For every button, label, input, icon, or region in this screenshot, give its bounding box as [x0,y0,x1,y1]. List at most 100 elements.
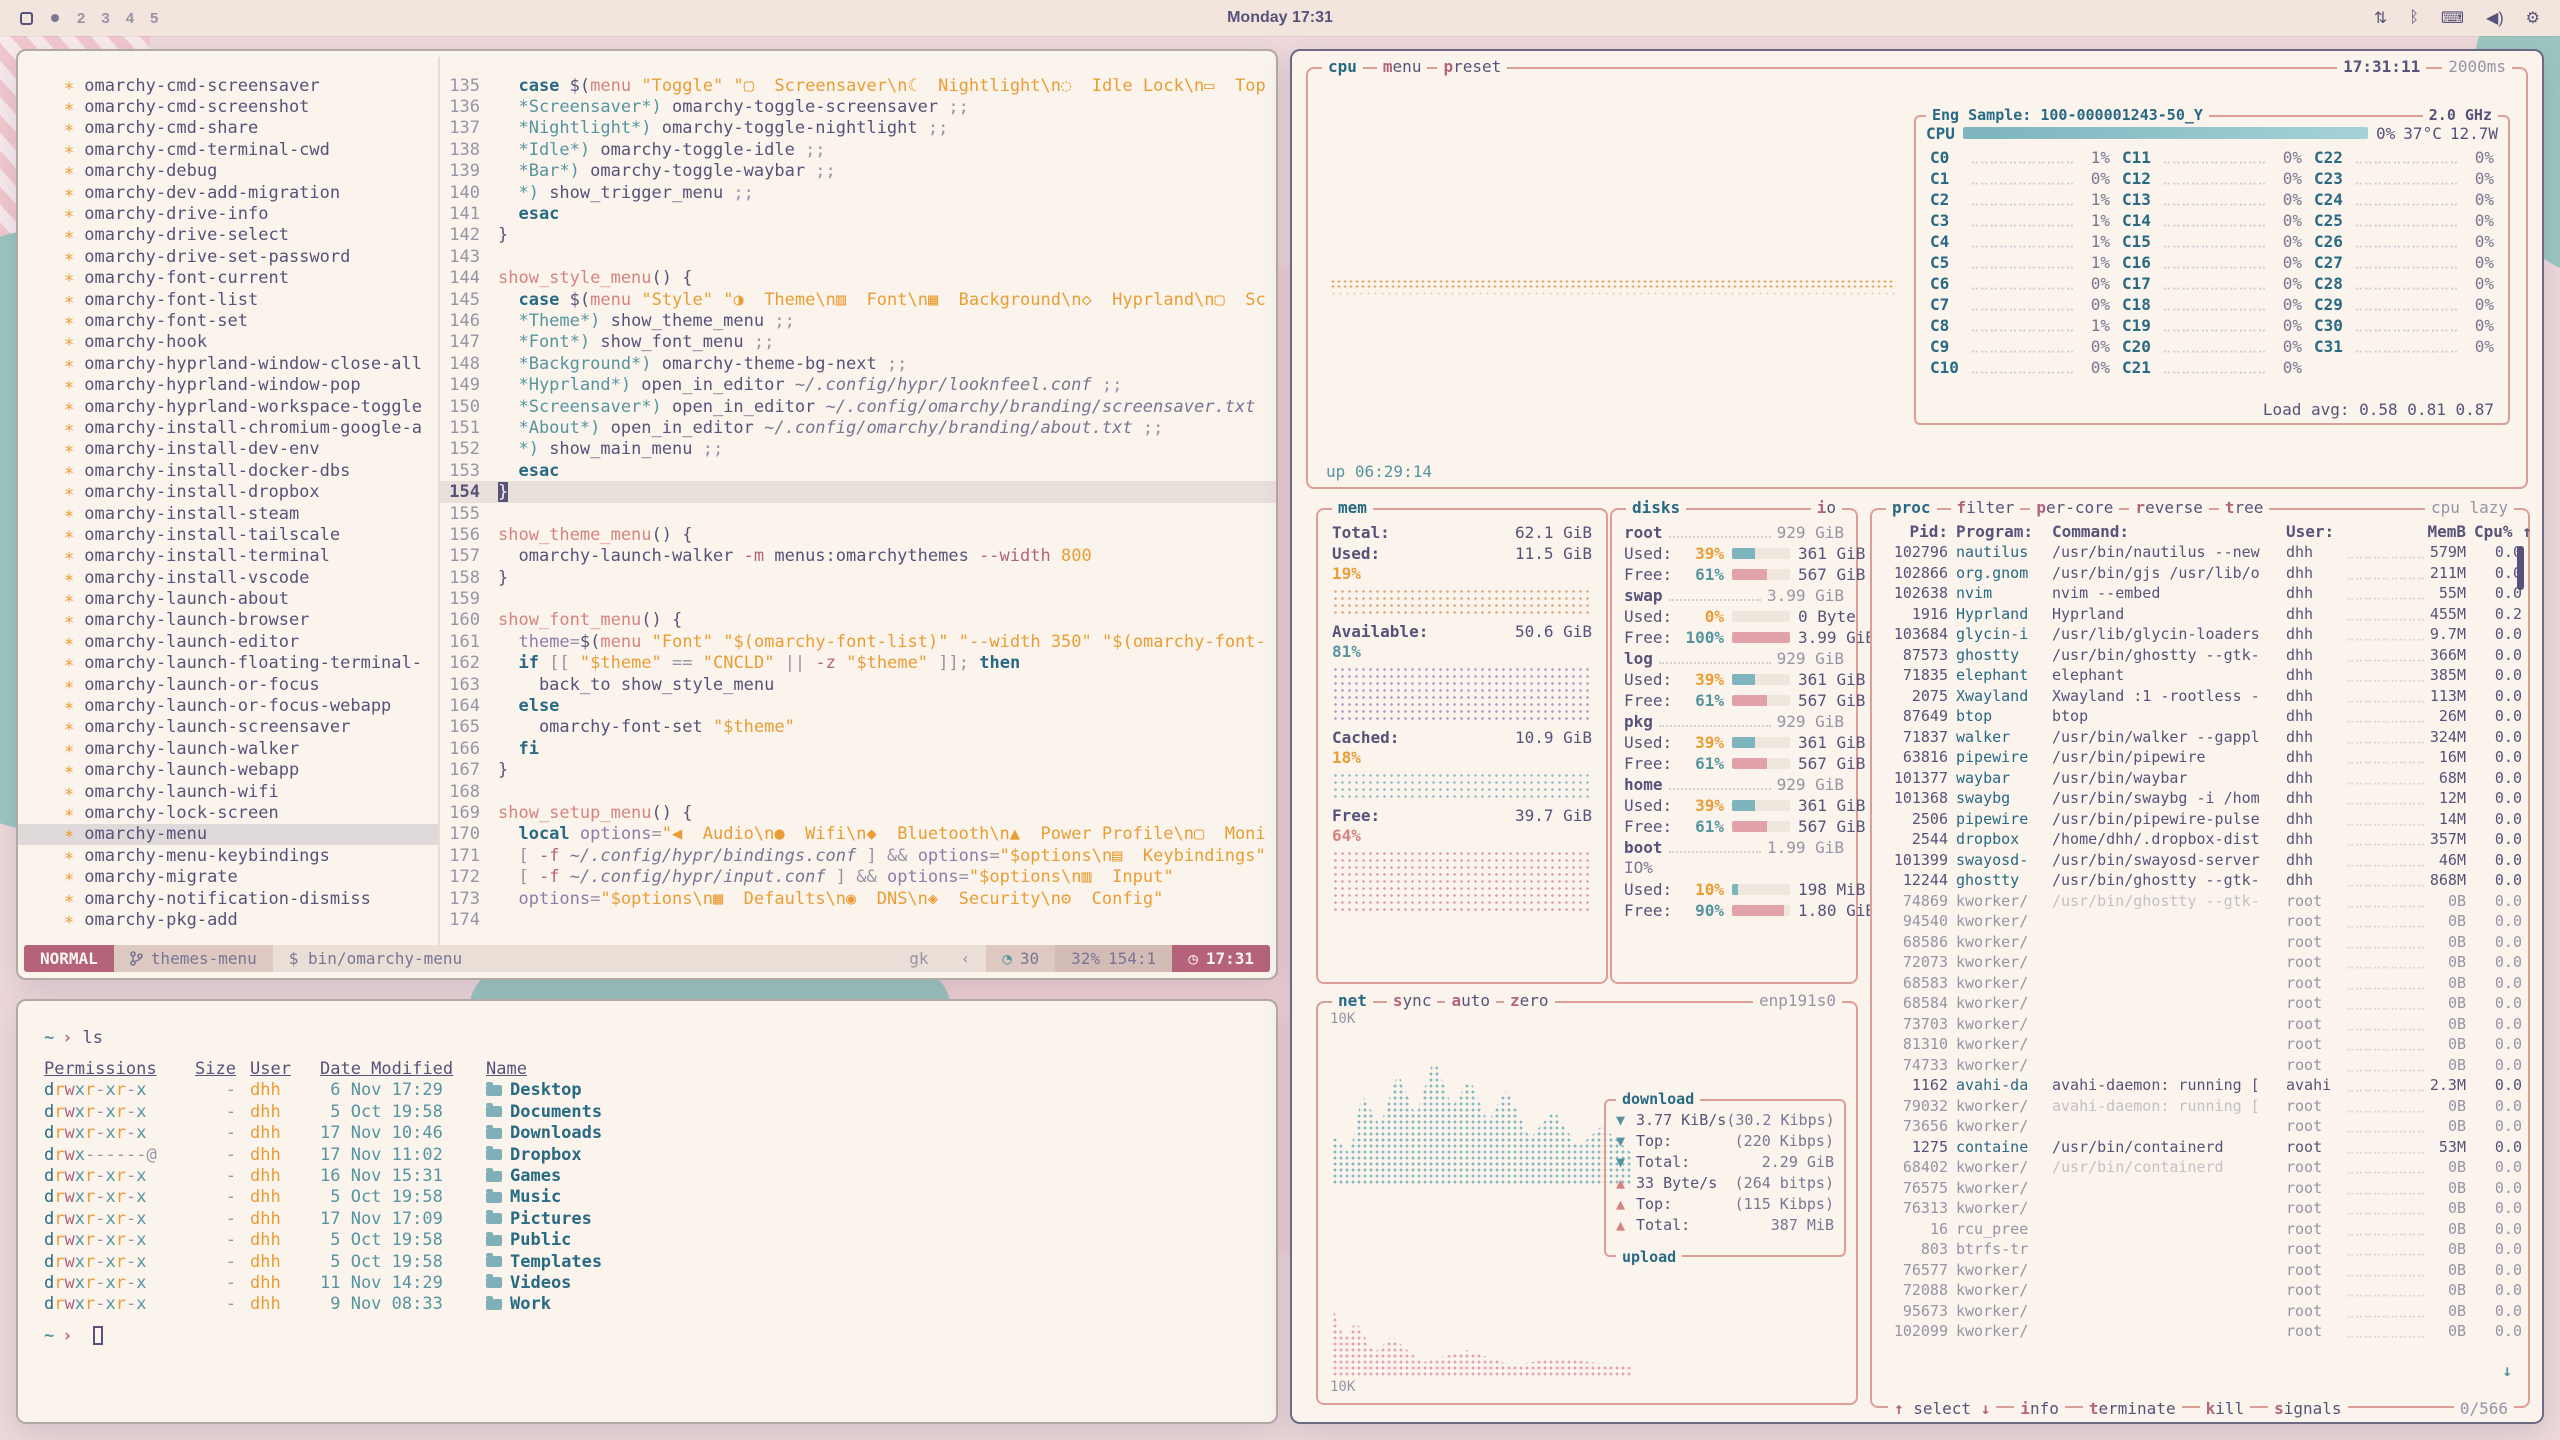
net-zero-button[interactable]: zero [1504,991,1555,1010]
process-row[interactable]: 72088kworker/root⣀⣀⣀⣀⣀⣀⣀⣀⣀0B0.0 [1872,1280,2528,1301]
process-table-header[interactable]: Pid:Program:Command:User:MemBCpu% ↑ [1872,520,2528,542]
file-list-item[interactable]: ∗omarchy-debug [18,161,438,182]
file-list-item[interactable]: ∗omarchy-lock-screen [18,802,438,823]
file-list-item[interactable]: ∗omarchy-menu-keybindings [18,845,438,866]
file-list-item[interactable]: ∗omarchy-launch-webapp [18,760,438,781]
proc-tree-button[interactable]: tree [2219,498,2270,517]
directory-name[interactable]: Templates [486,1252,1276,1272]
process-row[interactable]: 68583kworker/root⣀⣀⣀⣀⣀⣀⣀⣀⣀0B0.0 [1872,973,2528,994]
file-list-item[interactable]: ∗omarchy-launch-wifi [18,781,438,802]
proc-reverse-button[interactable]: reverse [2129,498,2208,517]
cpu-preset-button[interactable]: preset [1437,57,1507,76]
proc-action-terminate[interactable]: terminate [2083,1399,2182,1418]
network-arrows-icon[interactable]: ⇅ [2374,8,2387,28]
process-row[interactable]: 102866org.gnom/usr/bin/gjs /usr/lib/odhh… [1872,563,2528,584]
proc-header-pid[interactable]: Pid: [1884,522,1948,541]
directory-name[interactable]: Dropbox [486,1145,1276,1165]
file-list-item[interactable]: ∗omarchy-install-steam [18,503,438,524]
process-row[interactable]: 101368swaybg/usr/bin/swaybg -i /homdhh⣀⣀… [1872,788,2528,809]
process-row[interactable]: 2544dropbox/home/dhh/.dropbox-distdhh⣀⣀⣀… [1872,829,2528,850]
process-row[interactable]: 87649btopbtopdhh⣀⣀⣀⣀⣀⣀⣀⣀⣀26M0.0 [1872,706,2528,727]
process-row[interactable]: 103684glycin-i/usr/lib/glycin-loadersdhh… [1872,624,2528,645]
process-row[interactable]: 1916HyprlandHyprlanddhh⣀⣀⣀⣀⣀⣀⣀⣀⣀455M0.2 [1872,604,2528,625]
file-list-item[interactable]: ∗omarchy-launch-or-focus [18,674,438,695]
workspace-2[interactable]: 2 [77,10,85,27]
file-list-item[interactable]: ∗omarchy-drive-info [18,203,438,224]
file-list-item[interactable]: ∗omarchy-launch-editor [18,631,438,652]
terminal-window[interactable]: ~ › ls PermissionsSizeUserDate ModifiedN… [16,999,1278,1424]
file-list-item[interactable]: ∗omarchy-cmd-screensaver [18,75,438,96]
net-auto-button[interactable]: auto [1445,991,1496,1010]
process-row[interactable]: 102796nautilus/usr/bin/nautilus --newdhh… [1872,542,2528,563]
process-row[interactable]: 73703kworker/root⣀⣀⣀⣀⣀⣀⣀⣀⣀0B0.0 [1872,1014,2528,1035]
proc-action-kill[interactable]: kill [2200,1399,2251,1418]
process-row[interactable]: 102099kworker/root⣀⣀⣀⣀⣀⣀⣀⣀⣀0B0.0 [1872,1321,2528,1342]
proc-header-memb[interactable]: MemB [2346,522,2466,541]
process-row[interactable]: 68584kworker/root⣀⣀⣀⣀⣀⣀⣀⣀⣀0B0.0 [1872,993,2528,1014]
proc-action-signals[interactable]: signals [2268,1399,2347,1418]
directory-name[interactable]: Games [486,1166,1276,1186]
process-row[interactable]: 2506pipewire/usr/bin/pipewire-pulsedhh⣀⣀… [1872,809,2528,830]
directory-name[interactable]: Work [486,1294,1276,1314]
proc-action-info[interactable]: info [2014,1399,2065,1418]
directory-name[interactable]: Music [486,1187,1276,1207]
file-list-pane[interactable]: ∗omarchy-cmd-screensaver∗omarchy-cmd-scr… [18,51,438,978]
process-row[interactable]: 95673kworker/root⣀⣀⣀⣀⣀⣀⣀⣀⣀0B0.0 [1872,1301,2528,1322]
process-row[interactable]: 1275containe/usr/bin/containerdroot⣀⣀⣀⣀⣀… [1872,1137,2528,1158]
file-list-item[interactable]: ∗omarchy-migrate [18,866,438,887]
file-list-item[interactable]: ∗omarchy-install-chromium-google-a [18,417,438,438]
cpu-menu-button[interactable]: menu [1377,57,1428,76]
process-row[interactable]: 101377waybar/usr/bin/waybardhh⣀⣀⣀⣀⣀⣀⣀⣀⣀6… [1872,768,2528,789]
proc-per-core-button[interactable]: per-core [2030,498,2119,517]
file-list-item[interactable]: ∗omarchy-font-list [18,289,438,310]
workspace-3[interactable]: 3 [101,10,109,27]
process-row[interactable]: 2075XwaylandXwayland :1 -rootless -dhh⣀⣀… [1872,686,2528,707]
process-row[interactable]: 76313kworker/root⣀⣀⣀⣀⣀⣀⣀⣀⣀0B0.0 [1872,1198,2528,1219]
process-row[interactable]: 101399swayosd-/usr/bin/swayosd-serverdhh… [1872,850,2528,871]
file-list-item[interactable]: ∗omarchy-cmd-terminal-cwd [18,139,438,160]
file-list-item[interactable]: ∗omarchy-hyprland-window-pop [18,374,438,395]
workspace-dot-icon[interactable] [51,14,59,22]
directory-name[interactable]: Downloads [486,1123,1276,1143]
workspace-4[interactable]: 4 [126,10,134,27]
process-row[interactable]: 68586kworker/root⣀⣀⣀⣀⣀⣀⣀⣀⣀0B0.0 [1872,932,2528,953]
process-row[interactable]: 1162avahi-daavahi-daemon: running [avahi… [1872,1075,2528,1096]
directory-name[interactable]: Pictures [486,1209,1276,1229]
file-list-item[interactable]: ∗omarchy-install-dev-env [18,439,438,460]
settings-gear-icon[interactable]: ⚙ [2526,8,2540,28]
shell-prompt-line-2[interactable]: ~ › [44,1325,1276,1346]
proc-action-select[interactable]: ↑ select ↓ [1888,1399,1996,1418]
file-list-item[interactable]: ∗omarchy-launch-browser [18,610,438,631]
btop-window[interactable]: cpu menupreset 17:31:11 2000ms Eng Sampl… [1290,49,2544,1424]
process-row[interactable]: 73656kworker/root⣀⣀⣀⣀⣀⣀⣀⣀⣀0B0.0 [1872,1116,2528,1137]
process-row[interactable]: 74733kworker/root⣀⣀⣀⣀⣀⣀⣀⣀⣀0B0.0 [1872,1055,2528,1076]
net-sync-button[interactable]: sync [1387,991,1438,1010]
file-list-item[interactable]: ∗omarchy-cmd-screenshot [18,96,438,117]
file-list-item[interactable]: ∗omarchy-install-vscode [18,567,438,588]
process-row[interactable]: 87573ghostty/usr/bin/ghostty --gtk-dhh⣀⣀… [1872,645,2528,666]
process-row[interactable]: 102638nvimnvim --embeddhh⣀⣀⣀⣀⣀⣀⣀⣀⣀55M0.0 [1872,583,2528,604]
file-list-item[interactable]: ∗omarchy-launch-walker [18,738,438,759]
file-list-item[interactable]: ∗omarchy-hook [18,332,438,353]
file-list-item[interactable]: ∗omarchy-launch-or-focus-webapp [18,695,438,716]
file-list-item[interactable]: ∗omarchy-launch-about [18,588,438,609]
bluetooth-icon[interactable]: ᛒ [2409,9,2419,27]
file-list-item[interactable]: ∗omarchy-install-tailscale [18,524,438,545]
file-list-item[interactable]: ∗omarchy-menu [18,824,438,845]
process-row[interactable]: 74869kworker//usr/bin/ghostty --gtk-root… [1872,891,2528,912]
directory-name[interactable]: Desktop [486,1080,1276,1100]
directory-name[interactable]: Videos [486,1273,1276,1293]
scroll-down-hint[interactable]: ↓ [2502,1361,2512,1380]
process-row[interactable]: 72073kworker/root⣀⣀⣀⣀⣀⣀⣀⣀⣀0B0.0 [1872,952,2528,973]
directory-name[interactable]: Documents [486,1102,1276,1122]
process-row[interactable]: 71837walker/usr/bin/walker --gappldhh⣀⣀⣀… [1872,727,2528,748]
process-row[interactable]: 63816pipewire/usr/bin/pipewiredhh⣀⣀⣀⣀⣀⣀⣀… [1872,747,2528,768]
volume-icon[interactable]: ◀) [2486,8,2504,28]
file-list-item[interactable]: ∗omarchy-install-docker-dbs [18,460,438,481]
file-list-item[interactable]: ∗omarchy-notification-dismiss [18,888,438,909]
file-list-item[interactable]: ∗omarchy-dev-add-migration [18,182,438,203]
process-row[interactable]: 94540kworker/root⣀⣀⣀⣀⣀⣀⣀⣀⣀0B0.0 [1872,911,2528,932]
proc-header-program[interactable]: Program: [1956,522,2044,541]
proc-scrollbar[interactable] [2517,546,2524,590]
keyboard-icon[interactable]: ⌨ [2441,8,2464,28]
